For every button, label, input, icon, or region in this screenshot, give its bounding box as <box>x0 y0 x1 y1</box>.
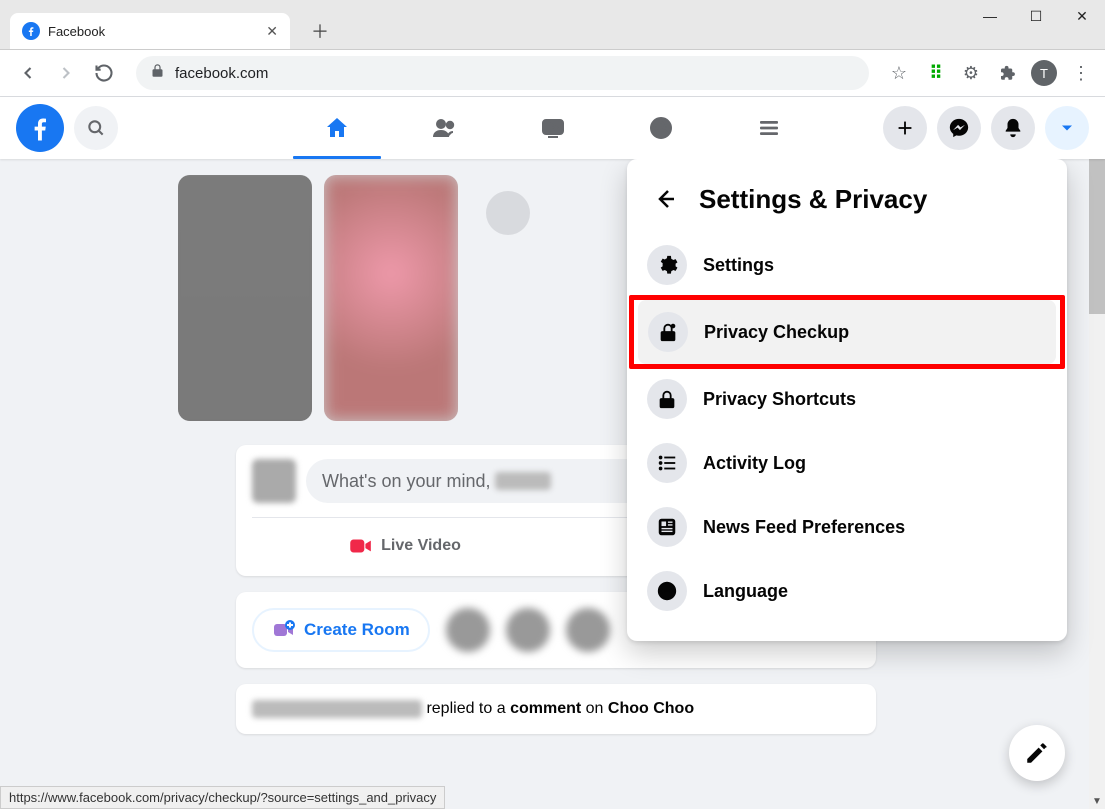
live-video-label: Live Video <box>381 537 461 555</box>
scroll-down-arrow[interactable]: ▼ <box>1089 793 1105 809</box>
facebook-header <box>0 97 1105 159</box>
forward-button[interactable] <box>50 57 82 89</box>
menu-label: Activity Log <box>703 453 806 474</box>
news-feed-icon <box>647 507 687 547</box>
story-card[interactable] <box>324 175 458 421</box>
lock-icon <box>647 379 687 419</box>
search-button[interactable] <box>74 106 118 150</box>
window-controls: ― ☐ ✕ <box>967 0 1105 40</box>
create-room-label: Create Room <box>304 620 410 640</box>
panel-back-button[interactable] <box>647 181 683 217</box>
minimize-button[interactable]: ― <box>967 0 1013 32</box>
notifications-button[interactable] <box>991 106 1035 150</box>
profile-avatar[interactable]: T <box>1031 60 1057 86</box>
highlight-annotation: Privacy Checkup <box>629 295 1065 369</box>
compose-fab[interactable] <box>1009 725 1065 781</box>
browser-toolbar: facebook.com ☆ ⠿ ⚙ T ⋮ <box>0 50 1105 97</box>
menu-label: Language <box>703 581 788 602</box>
redacted-name <box>495 472 551 490</box>
menu-item-settings[interactable]: Settings <box>637 233 1057 297</box>
url-text: facebook.com <box>175 65 268 82</box>
settings-privacy-panel: Settings & Privacy Settings Privacy Chec… <box>627 159 1067 641</box>
close-window-button[interactable]: ✕ <box>1059 0 1105 32</box>
live-video-button[interactable]: Live Video <box>252 526 556 566</box>
feed-item[interactable]: replied to a comment on Choo Choo <box>236 684 876 734</box>
messenger-button[interactable] <box>937 106 981 150</box>
browser-tab-strip: Facebook ✕ ＋ ― ☐ ✕ <box>0 0 1105 50</box>
chrome-menu-icon[interactable]: ⋮ <box>1069 61 1093 85</box>
story-card-placeholder[interactable] <box>470 175 604 421</box>
extension-grid-icon[interactable]: ⠿ <box>923 61 947 85</box>
nav-home[interactable] <box>287 100 387 156</box>
menu-item-activity-log[interactable]: Activity Log <box>637 431 1057 495</box>
menu-item-privacy-shortcuts[interactable]: Privacy Shortcuts <box>637 367 1057 431</box>
feed-text: on <box>586 700 608 717</box>
maximize-button[interactable]: ☐ <box>1013 0 1059 32</box>
back-button[interactable] <box>12 57 44 89</box>
header-right <box>883 106 1089 150</box>
nav-groups[interactable] <box>611 100 711 156</box>
panel-title: Settings & Privacy <box>699 184 927 215</box>
live-video-icon <box>347 533 373 559</box>
gear-icon <box>647 245 687 285</box>
account-dropdown-button[interactable] <box>1045 106 1089 150</box>
room-contact-avatar[interactable] <box>566 608 610 652</box>
nav-menu[interactable] <box>719 100 819 156</box>
nav-friends[interactable] <box>395 100 495 156</box>
feed-text: replied to a <box>426 700 510 717</box>
menu-item-news-feed-preferences[interactable]: News Feed Preferences <box>637 495 1057 559</box>
new-tab-button[interactable]: ＋ <box>306 17 334 45</box>
create-button[interactable] <box>883 106 927 150</box>
extension-bug-icon[interactable]: ⚙ <box>959 61 983 85</box>
content-area: What's on your mind, Live Video Photo/Vi… <box>0 159 1105 809</box>
menu-label: Privacy Checkup <box>704 322 849 343</box>
close-tab-icon[interactable]: ✕ <box>266 23 278 40</box>
menu-label: News Feed Preferences <box>703 517 905 538</box>
redacted-name <box>252 700 422 718</box>
create-room-button[interactable]: Create Room <box>252 608 430 652</box>
menu-label: Privacy Shortcuts <box>703 389 856 410</box>
user-avatar[interactable] <box>252 459 296 503</box>
browser-status-bar: https://www.facebook.com/privacy/checkup… <box>0 786 445 809</box>
facebook-logo[interactable] <box>16 104 64 152</box>
facebook-favicon <box>22 22 40 40</box>
tab-title: Facebook <box>48 24 266 39</box>
browser-tab[interactable]: Facebook ✕ <box>10 13 290 49</box>
extensions-puzzle-icon[interactable] <box>995 61 1019 85</box>
lock-icon <box>150 63 165 83</box>
list-icon <box>647 443 687 483</box>
room-contact-avatar[interactable] <box>446 608 490 652</box>
nav-watch[interactable] <box>503 100 603 156</box>
center-nav <box>287 100 819 156</box>
menu-item-language[interactable]: Language <box>637 559 1057 623</box>
menu-item-privacy-checkup[interactable]: Privacy Checkup <box>638 300 1056 364</box>
room-contact-avatar[interactable] <box>506 608 550 652</box>
story-card[interactable] <box>178 175 312 421</box>
feed-text-bold: comment <box>510 700 581 717</box>
composer-placeholder: What's on your mind, <box>322 471 491 492</box>
reload-button[interactable] <box>88 57 120 89</box>
feed-text-bold: Choo Choo <box>608 700 694 717</box>
address-bar[interactable]: facebook.com <box>136 56 869 90</box>
privacy-checkup-icon <box>648 312 688 352</box>
menu-label: Settings <box>703 255 774 276</box>
create-room-icon <box>272 618 296 642</box>
bookmark-star-icon[interactable]: ☆ <box>887 61 911 85</box>
page-scrollbar[interactable] <box>1089 114 1105 809</box>
globe-icon <box>647 571 687 611</box>
